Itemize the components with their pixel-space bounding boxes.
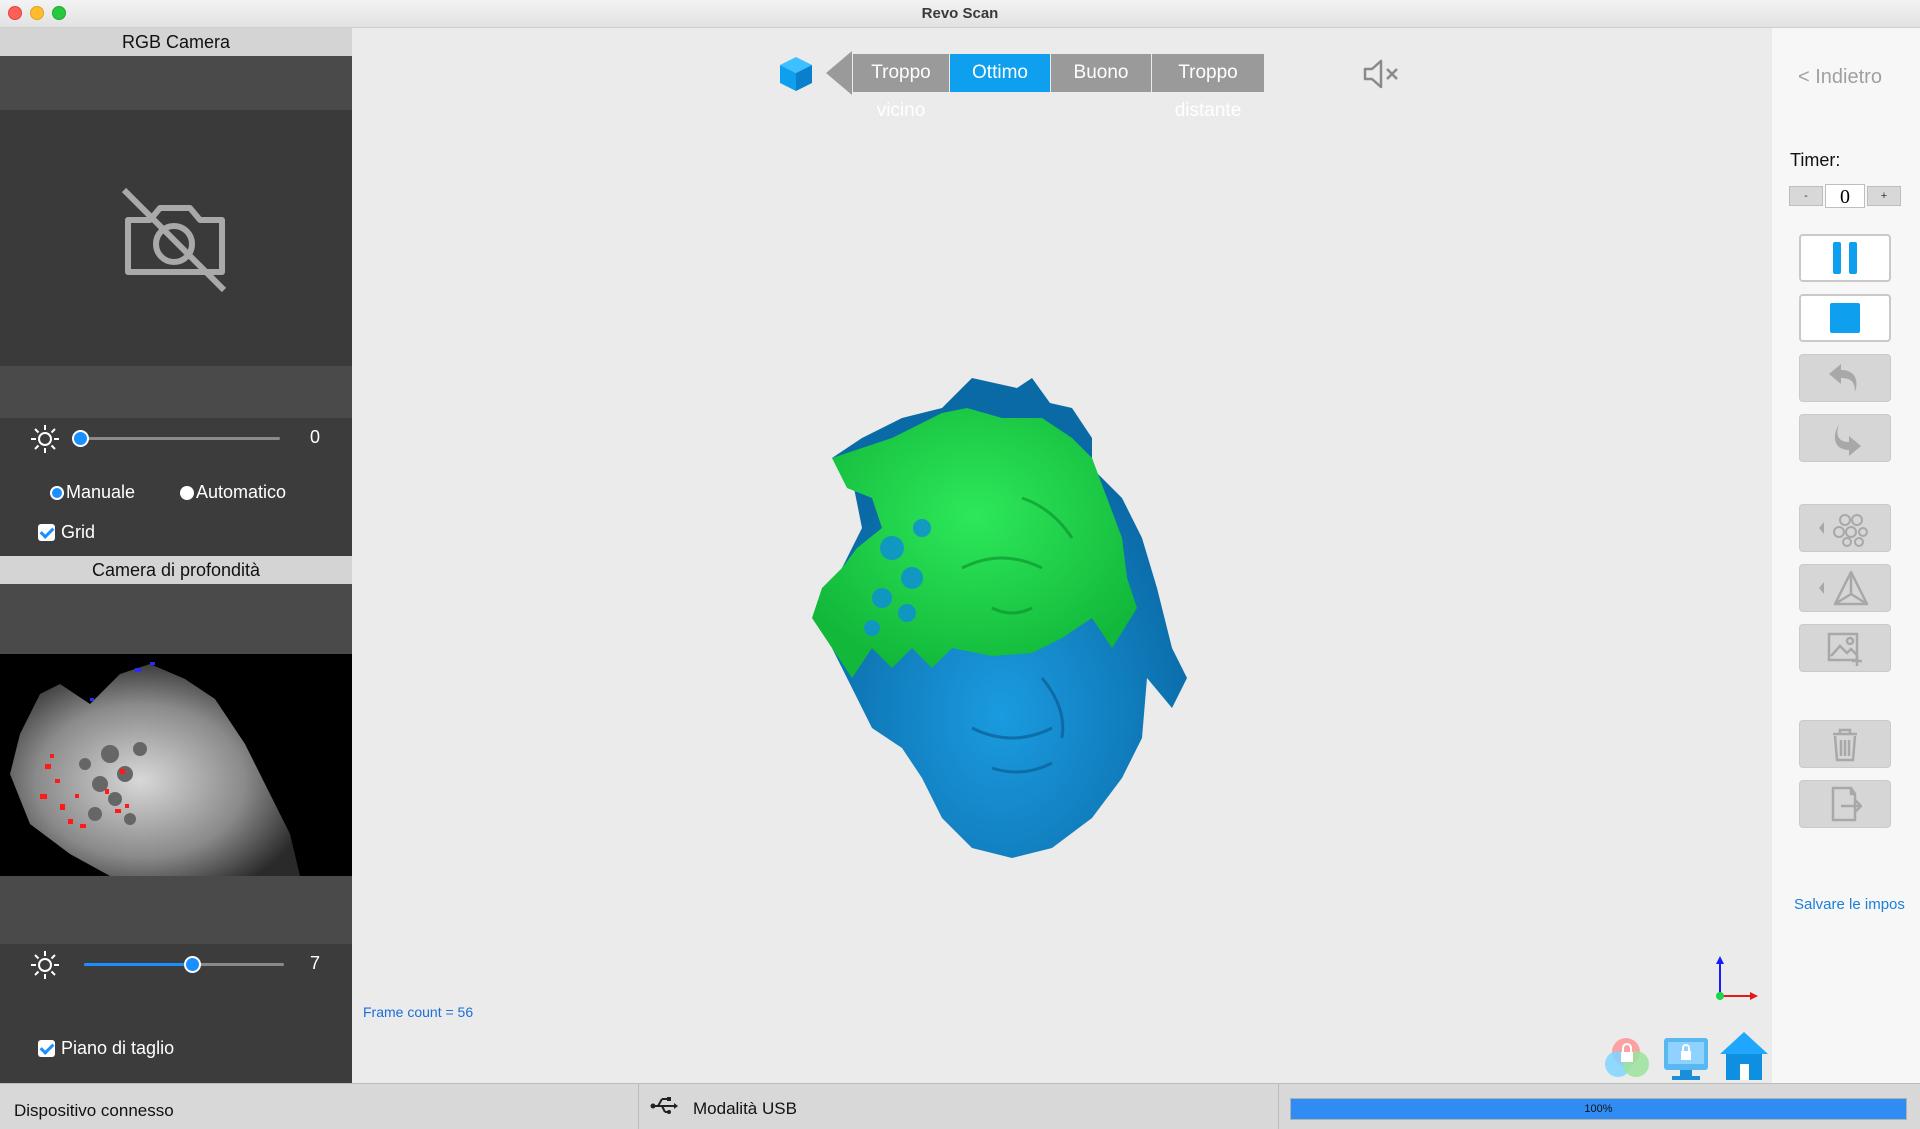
depth-brightness-slider[interactable] — [84, 956, 284, 973]
timer-increment-button[interactable]: + — [1867, 186, 1901, 206]
sound-muted-icon[interactable] — [1360, 54, 1400, 94]
status-divider — [638, 1084, 639, 1129]
export-icon — [1831, 786, 1863, 822]
automatic-radio-dot — [180, 485, 194, 500]
scan-controls-panel: < Indietro Timer: - 0 + Salvare le impos — [1772, 28, 1920, 1083]
add-image-button[interactable] — [1799, 624, 1891, 672]
camera-panel: RGB Camera 0 Manuale Automatico Grid Cam… — [0, 28, 352, 1083]
quality-arrow-icon — [826, 51, 852, 95]
frame-count-label: Frame count = 56 — [363, 1004, 474, 1020]
export-button[interactable] — [1799, 780, 1891, 828]
status-bar: Dispositivo connesso Modalità USB 100% — [0, 1083, 1920, 1129]
cube-view-icon[interactable] — [776, 53, 816, 93]
depth-brightness-knob[interactable] — [184, 956, 201, 973]
rgb-brightness-knob[interactable] — [72, 430, 89, 447]
cut-plane-checkbox-box — [38, 1040, 55, 1057]
device-status: Dispositivo connesso — [14, 1101, 174, 1120]
progress-bar: 100% — [1290, 1098, 1907, 1120]
cut-plane-checkbox[interactable]: Piano di taglio — [38, 1038, 174, 1059]
pause-button[interactable] — [1799, 234, 1891, 282]
rgb-brightness-row: 0 — [0, 418, 352, 458]
depth-camera-header: Camera di profondità — [0, 556, 352, 584]
depth-camera-view — [0, 654, 352, 876]
rgb-camera-view — [0, 110, 352, 366]
manual-radio[interactable]: Manuale — [50, 482, 135, 503]
progress-text: 100% — [1584, 1103, 1613, 1115]
depth-brightness-fill — [84, 963, 192, 966]
trash-icon — [1833, 728, 1857, 762]
pause-icon — [1833, 242, 1857, 274]
connection-mode: Modalità USB — [693, 1099, 797, 1118]
grid-checkbox-box — [38, 524, 55, 541]
quality-too-close: Troppo vicino — [852, 54, 949, 121]
grid-checkbox[interactable]: Grid — [38, 522, 95, 543]
exposure-mode-group: Manuale Automatico — [0, 478, 352, 508]
app-window: Revo Scan RGB Camera 0 Manuale Automatic… — [0, 0, 1920, 1129]
automatic-radio[interactable]: Automatico — [180, 482, 286, 503]
cut-plane-checkbox-label: Piano di taglio — [61, 1038, 175, 1058]
rgb-brightness-slider[interactable] — [72, 430, 280, 447]
manual-radio-dot — [50, 485, 64, 500]
add-image-icon — [1827, 632, 1862, 666]
title-bar: Revo Scan — [0, 0, 1920, 28]
save-settings-link[interactable]: Salvare le impos — [1794, 896, 1914, 913]
redo-button[interactable] — [1799, 414, 1891, 462]
redo-icon — [1834, 424, 1861, 456]
undo-button[interactable] — [1799, 354, 1891, 402]
stop-button[interactable] — [1799, 294, 1891, 342]
timer-value[interactable]: 0 — [1825, 184, 1865, 208]
mesh-button[interactable] — [1799, 564, 1891, 612]
depth-controls: 7 Piano di taglio — [0, 944, 352, 1083]
depth-brightness-value: 7 — [309, 953, 320, 973]
brightness-icon — [31, 425, 59, 453]
cloud-sync-icons[interactable] — [1604, 1024, 1774, 1084]
delete-button[interactable] — [1799, 720, 1891, 768]
screen-lock-icon — [1664, 1038, 1708, 1080]
distance-quality-bar: Troppo vicino Ottimo Buono Troppo distan… — [776, 51, 1264, 121]
home-icon — [1720, 1032, 1768, 1080]
axes-gizmo-icon — [1716, 956, 1758, 1000]
scan-model-3d[interactable] — [792, 348, 1252, 878]
quality-optimal: Ottimo — [949, 54, 1050, 92]
timer-stepper: - 0 + — [1789, 184, 1901, 208]
camera-off-icon — [121, 187, 227, 293]
rgb-controls: 0 Manuale Automatico Grid — [0, 418, 352, 560]
status-divider — [1278, 1084, 1279, 1129]
quality-good: Buono — [1050, 54, 1151, 92]
point-cloud-icon — [1819, 514, 1868, 547]
usb-icon — [650, 1097, 678, 1114]
depth-image — [10, 662, 300, 876]
point-cloud-button[interactable] — [1799, 504, 1891, 552]
cloud-lock-icon — [1605, 1038, 1649, 1077]
brightness-icon — [31, 951, 59, 979]
timer-decrement-button[interactable]: - — [1789, 186, 1823, 206]
undo-icon — [1829, 364, 1857, 392]
stop-icon — [1830, 303, 1860, 333]
back-button[interactable]: < Indietro — [1798, 66, 1882, 89]
automatic-radio-label: Automatico — [196, 482, 287, 502]
window-title: Revo Scan — [921, 5, 999, 22]
rgb-brightness-value: 0 — [309, 427, 320, 447]
quality-too-far: Troppo distante — [1151, 54, 1264, 121]
mesh-icon — [1819, 570, 1869, 606]
rgb-camera-header: RGB Camera — [0, 28, 352, 56]
timer-label: Timer: — [1790, 150, 1841, 170]
grid-checkbox-label: Grid — [61, 522, 96, 542]
manual-radio-label: Manuale — [66, 482, 136, 502]
depth-brightness-row: 7 — [0, 944, 352, 984]
3d-viewport[interactable]: Troppo vicino Ottimo Buono Troppo distan… — [352, 28, 1772, 1083]
